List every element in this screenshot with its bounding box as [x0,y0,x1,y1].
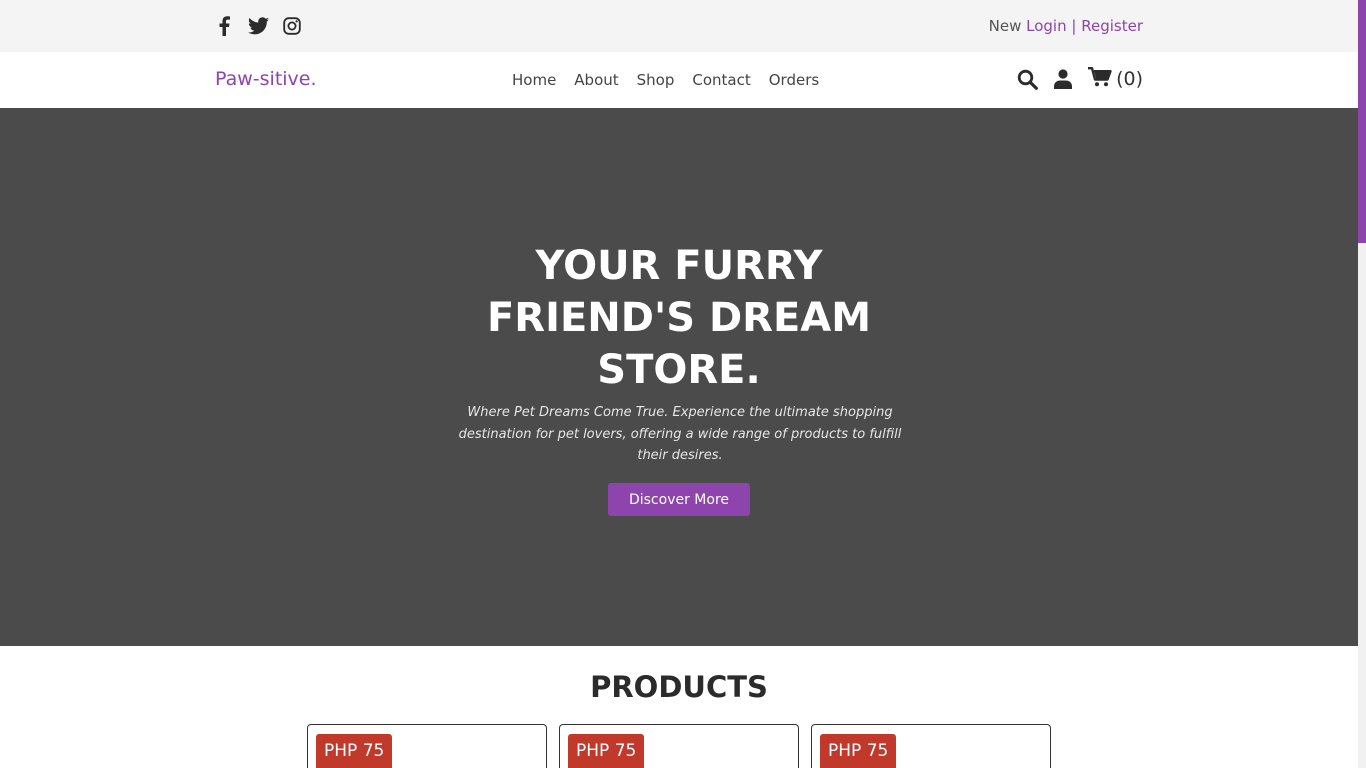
nav-item-contact[interactable]: Contact [692,71,750,89]
price-badge: PHP 75 [568,734,645,768]
nav-menu: Home About Shop Contact Orders [512,71,819,89]
cart-icon [1088,67,1112,91]
nav-item-shop[interactable]: Shop [637,71,675,89]
nav-item-orders[interactable]: Orders [769,71,819,89]
user-icon[interactable] [1052,67,1074,91]
nav-icons: (0) [1016,67,1143,91]
scrollbar-thumb[interactable] [1358,0,1366,243]
price-badge: PHP 75 [820,734,897,768]
product-card[interactable]: PHP 75 [811,724,1051,768]
twitter-icon[interactable] [247,15,269,37]
login-link[interactable]: Login [1026,17,1066,35]
discover-more-button[interactable]: Discover More [608,483,750,516]
hero-title: YOUR FURRY FRIEND'S DREAM STORE. [486,243,872,393]
auth-links: New Login | Register [989,17,1143,35]
hero-subtitle: Where Pet Dreams Come True. Experience t… [458,405,902,463]
product-grid: PHP 75 PHP 75 PHP 75 [307,724,1051,768]
product-card[interactable]: PHP 75 [307,724,547,768]
nav-item-home[interactable]: Home [512,71,556,89]
page-scrollbar[interactable] [1358,0,1366,768]
register-link[interactable]: Register [1081,17,1143,35]
price-badge: PHP 75 [316,734,393,768]
search-icon[interactable] [1016,67,1038,91]
social-links [213,15,303,37]
auth-prefix: New [988,17,1022,35]
products-heading: PRODUCTS [590,670,768,704]
cart-button[interactable]: (0) [1088,67,1143,91]
top-bar: New Login | Register [0,0,1358,52]
cart-count: (0) [1116,68,1143,90]
nav-item-about[interactable]: About [574,71,618,89]
auth-separator: | [1071,17,1077,35]
instagram-icon[interactable] [281,15,303,37]
main-nav: Paw-sitive. Home About Shop Contact Orde… [0,52,1358,108]
site-logo[interactable]: Paw-sitive. [215,68,317,90]
facebook-icon[interactable] [213,15,235,37]
hero-banner: YOUR FURRY FRIEND'S DREAM STORE. Where P… [0,108,1358,646]
product-card[interactable]: PHP 75 [559,724,799,768]
